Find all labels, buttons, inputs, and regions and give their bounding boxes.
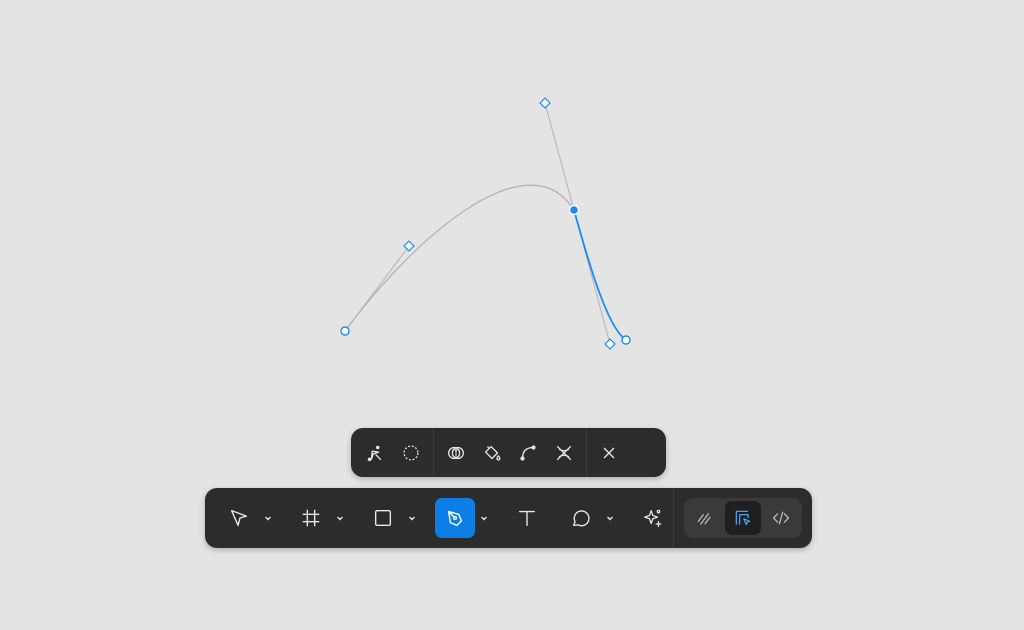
lasso-icon: [403, 444, 419, 461]
comment-tool-button[interactable]: [561, 498, 601, 538]
mode-switcher: [684, 498, 802, 538]
main-toolbar: [205, 488, 812, 548]
rectangle-tool-menu-caret[interactable]: [403, 498, 421, 538]
pen-icon: [447, 510, 463, 527]
close-icon: [603, 447, 615, 458]
bezier-handle[interactable]: [604, 338, 616, 350]
frame-tool-button[interactable]: [291, 498, 331, 538]
cut-icon: [556, 445, 572, 460]
design-mode-button[interactable]: [725, 501, 761, 535]
vector-edit-toolbar: [351, 428, 666, 477]
code-icon: [772, 511, 790, 525]
chevron-down-icon: [481, 516, 487, 521]
rectangle-tool-button[interactable]: [363, 498, 403, 538]
bend-tool-button[interactable]: [357, 435, 393, 471]
pen-tool-menu-caret[interactable]: [475, 498, 493, 538]
paint-bucket-icon: [484, 445, 501, 460]
draw-mode-button[interactable]: [687, 501, 723, 535]
chevron-down-icon: [607, 516, 613, 521]
sparkle-icon: [644, 509, 662, 527]
move-tool-button[interactable]: [219, 498, 259, 538]
lasso-tool-button[interactable]: [393, 435, 429, 471]
cursor-icon: [230, 509, 248, 527]
close-vector-edit-button[interactable]: [591, 435, 627, 471]
chevron-down-icon: [409, 516, 415, 521]
mode-switcher-group: [673, 488, 812, 548]
pen-tool-button[interactable]: [435, 498, 475, 538]
comment-icon: [572, 510, 590, 527]
rectangle-icon: [374, 509, 392, 527]
anchor-point[interactable]: [340, 326, 350, 336]
draw-icon: [697, 513, 711, 525]
bend-icon: [367, 445, 382, 461]
path-icon: [520, 444, 536, 461]
vector-path-segment[interactable]: [344, 184, 575, 332]
paint-bucket-tool-button[interactable]: [474, 435, 510, 471]
selected-path-segment[interactable]: [573, 209, 627, 341]
design-icon: [735, 510, 751, 526]
frame-icon: [302, 509, 320, 527]
anchor-point[interactable]: [621, 335, 631, 345]
move-tool-menu-caret[interactable]: [259, 498, 277, 538]
shape-builder-icon: [448, 446, 464, 459]
cut-tool-button[interactable]: [546, 435, 582, 471]
toolbar-divider: [586, 428, 587, 477]
ai-tool-button[interactable]: [633, 498, 673, 538]
chevron-down-icon: [265, 516, 271, 521]
comment-tool-menu-caret[interactable]: [601, 498, 619, 538]
text-tool-button[interactable]: [507, 498, 547, 538]
chevron-down-icon: [337, 516, 343, 521]
shape-builder-tool-button[interactable]: [438, 435, 474, 471]
frame-tool-menu-caret[interactable]: [331, 498, 349, 538]
dev-mode-button[interactable]: [763, 501, 799, 535]
path-tool-button[interactable]: [510, 435, 546, 471]
text-icon: [518, 510, 536, 527]
bezier-handle[interactable]: [403, 240, 415, 252]
toolbar-divider: [433, 428, 434, 477]
bezier-handle[interactable]: [539, 97, 551, 109]
anchor-point-selected[interactable]: [568, 204, 580, 216]
